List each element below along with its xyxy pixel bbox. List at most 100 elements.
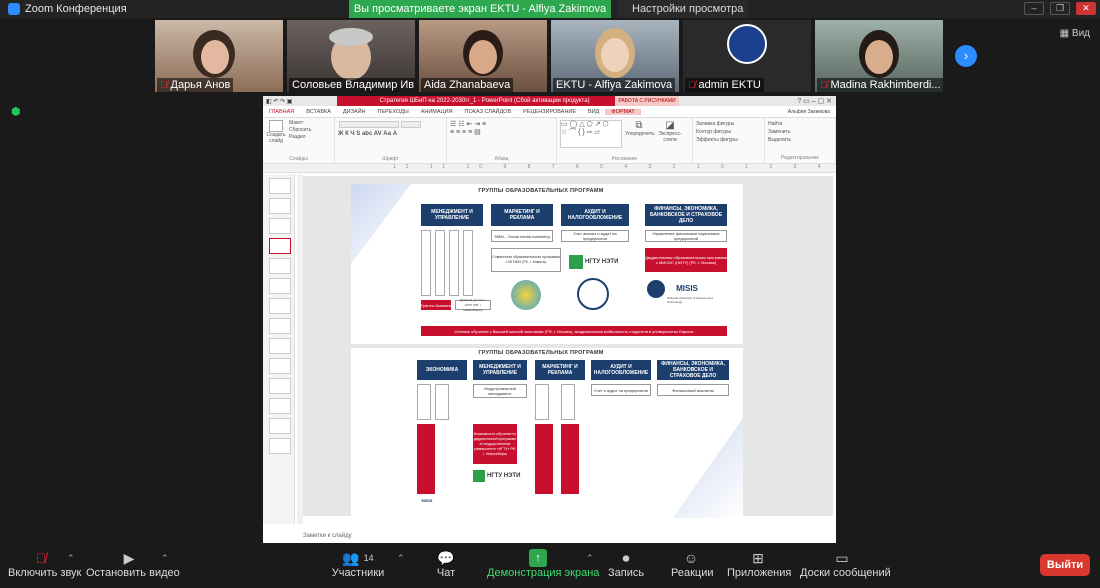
hse-logo-icon	[577, 278, 609, 310]
tab-slideshow[interactable]: ПОКАЗ СЛАЙДОВ	[459, 109, 518, 115]
participant-tile[interactable]: Соловьев Владимир Ив...	[287, 20, 415, 92]
slide-header: ГРУППЫ ОБРАЗОВАТЕЛЬНЫХ ПРОГРАММ	[478, 188, 604, 194]
record-icon: ⏺	[622, 550, 630, 566]
ribbon-group-font: Ж К Ч S abc AV Аа A Шрифт	[335, 118, 447, 163]
slide-thumbnail[interactable]	[269, 258, 291, 274]
leave-button[interactable]: Выйти	[1040, 554, 1090, 576]
view-options-label: Настройки просмотра	[632, 3, 744, 15]
alignment-buttons[interactable]: ≡ ≡ ≡ ≡ ▤	[450, 129, 481, 136]
joint-program-red-box: Двудипломная образовательная программа с…	[645, 248, 727, 272]
new-slide-button[interactable]: Создать слайд	[266, 120, 286, 144]
view-toggle-button[interactable]: ▦ Вид	[1060, 28, 1090, 39]
slide-editing-area[interactable]: ГРУППЫ ОБРАЗОВАТЕЛЬНЫХ ПРОГРАММ МЕНЕДЖМЕ…	[303, 176, 833, 518]
layout-button[interactable]: Макет	[289, 120, 311, 127]
restore-icon[interactable]: ❐	[1050, 2, 1070, 15]
select-button[interactable]: Выделить	[768, 136, 832, 144]
meeting-toolbar: 🎙̸ Включить звук ⌃ ▶︎ Остановить видео ⌃ 👥…	[0, 545, 1100, 588]
slide-thumbnail[interactable]	[269, 178, 291, 194]
shape-effects-button[interactable]: Эффекты фигуры	[696, 136, 761, 144]
program-vertical	[535, 384, 549, 420]
share-screen-button[interactable]: ↑ Демонстрация экрана	[487, 549, 599, 579]
tab-home[interactable]: ГЛАВНАЯ	[263, 109, 300, 115]
slide-current[interactable]: ГРУППЫ ОБРАЗОВАТЕЛЬНЫХ ПРОГРАММ МЕНЕДЖМЕ…	[351, 184, 743, 344]
whiteboard-icon: ▭	[835, 550, 849, 566]
tab-transitions[interactable]: ПЕРЕХОДЫ	[372, 109, 415, 115]
tab-design[interactable]: ДИЗАЙН	[337, 109, 372, 115]
chevron-up-icon[interactable]: ⌃	[161, 553, 169, 564]
paragraph-buttons[interactable]: ☰ ☷ ⇤ ⇥ ≡	[450, 121, 486, 128]
view-options-button[interactable]: Настройки просмотра ⌄	[618, 0, 748, 33]
university-seal-icon	[647, 280, 665, 298]
shared-powerpoint-window[interactable]: ◧ ↶ ↷ ▣ Стратегия ШБиП на 2022-2030гг_1 …	[263, 96, 836, 543]
reset-button[interactable]: Сбросить	[289, 127, 311, 134]
participant-tile[interactable]: 🎙̸ Дарья Анов	[155, 20, 283, 92]
smiley-plus-icon: ☺	[683, 550, 699, 566]
tab-review[interactable]: РЕЦЕНЗИРОВАНИЕ	[517, 109, 582, 115]
avatar-face	[601, 38, 629, 72]
slide-thumbnails-pane[interactable]	[263, 174, 295, 524]
participant-name-text: EKTU - Alfiya Zakimova	[556, 79, 673, 91]
participant-tile[interactable]: 🎙̸ Madina Rakhimberdi...	[815, 20, 943, 92]
unmute-button[interactable]: 🎙̸ Включить звук	[8, 549, 81, 579]
slide-thumbnail[interactable]	[269, 398, 291, 414]
video-camera-icon: ▶︎	[123, 550, 135, 566]
tab-format[interactable]: ФОРМАТ	[605, 108, 641, 115]
slide-thumbnail[interactable]	[269, 438, 291, 454]
tab-view[interactable]: ВИД	[582, 109, 605, 115]
styles-icon: ◪	[665, 120, 675, 131]
slide-thumbnail[interactable]	[269, 358, 291, 374]
shape-outline-button[interactable]: Контур фигуры	[696, 128, 761, 136]
chevron-up-icon[interactable]: ⌃	[586, 553, 594, 564]
chat-label: Чат	[436, 567, 456, 579]
quick-styles-button[interactable]: ◪ Экспресс-стили	[656, 120, 684, 161]
apps-button[interactable]: ⊞ Приложения	[727, 549, 791, 579]
slide-thumbnail[interactable]	[269, 338, 291, 354]
avatar-face	[865, 40, 893, 74]
slide-next[interactable]: ГРУППЫ ОБРАЗОВАТЕЛЬНЫХ ПРОГРАММ ЭКОНОМИК…	[351, 348, 743, 518]
slide-thumbnail[interactable]	[269, 378, 291, 394]
ppt-user-name[interactable]: Альфия Закимова	[782, 109, 836, 115]
slide-thumbnail[interactable]	[269, 418, 291, 434]
participant-tile[interactable]: 🎙̸ admin EKTU	[683, 20, 811, 92]
slide-thumbnail[interactable]	[269, 218, 291, 234]
font-format-buttons[interactable]: Ж К Ч S abc AV Аа A	[338, 131, 397, 137]
participant-tile[interactable]: Aida Zhanabaeva	[419, 20, 547, 92]
slide-thumbnail-selected[interactable]	[269, 238, 291, 254]
slide-thumbnail[interactable]	[269, 318, 291, 334]
record-button[interactable]: ⏺ Запись	[608, 549, 644, 579]
font-name-select[interactable]	[339, 121, 399, 128]
grants-box: Гранты Акимата	[421, 300, 451, 310]
minimize-icon[interactable]: –	[1024, 2, 1044, 15]
close-icon[interactable]: ✕	[1076, 2, 1096, 15]
tab-insert[interactable]: ВСТАВКА	[300, 109, 337, 115]
chevron-up-icon[interactable]: ⌃	[397, 553, 405, 564]
participant-tile[interactable]: EKTU - Alfiya Zakimova	[551, 20, 679, 92]
font-size-select[interactable]	[401, 121, 421, 128]
section-button[interactable]: Раздел	[289, 134, 311, 141]
tab-animation[interactable]: АНИМАЦИЯ	[415, 109, 459, 115]
participants-button[interactable]: 👥 14 Участники	[330, 549, 386, 579]
stop-video-button[interactable]: ▶︎ Остановить видео	[86, 549, 180, 579]
slide-thumbnail[interactable]	[269, 198, 291, 214]
misis-logo: MISIS	[421, 498, 433, 503]
slide-thumbnail[interactable]	[269, 278, 291, 294]
ribbon-group-editing: Найти Заменить Выделить Редактирование	[765, 118, 836, 163]
chevron-up-icon[interactable]: ⌃	[67, 553, 75, 564]
encryption-shield-icon[interactable]: ⬢	[11, 105, 21, 118]
chat-button[interactable]: 💬 Чат	[432, 549, 460, 579]
program-box: SMM – Social media marketing	[491, 230, 553, 242]
shapes-gallery[interactable]: ▭ ◯ △ ⬠ ↗ ⬡ ☆ ⌒ { } ⇨ ▱	[560, 120, 622, 148]
ppt-window-controls[interactable]: ? ▭ – ▢ ✕	[797, 97, 832, 105]
reactions-button[interactable]: ☺ Реакции	[671, 549, 714, 579]
whiteboards-button[interactable]: ▭ Доски сообщений	[800, 549, 891, 579]
next-page-arrow-icon[interactable]: ›	[955, 45, 977, 67]
view-toggle-label: Вид	[1071, 28, 1090, 39]
shape-fill-button[interactable]: Заливка фигуры	[696, 120, 761, 128]
slide-thumbnail[interactable]	[269, 298, 291, 314]
find-button[interactable]: Найти	[768, 120, 832, 128]
slide-notes[interactable]: Заметки к слайду	[303, 533, 352, 539]
ppt-quick-access[interactable]: ◧ ↶ ↷ ▣	[263, 98, 292, 105]
replace-button[interactable]: Заменить	[768, 128, 832, 136]
arrange-button[interactable]: ⧉ Упорядочить	[625, 120, 655, 161]
participant-name: EKTU - Alfiya Zakimova	[553, 78, 676, 92]
